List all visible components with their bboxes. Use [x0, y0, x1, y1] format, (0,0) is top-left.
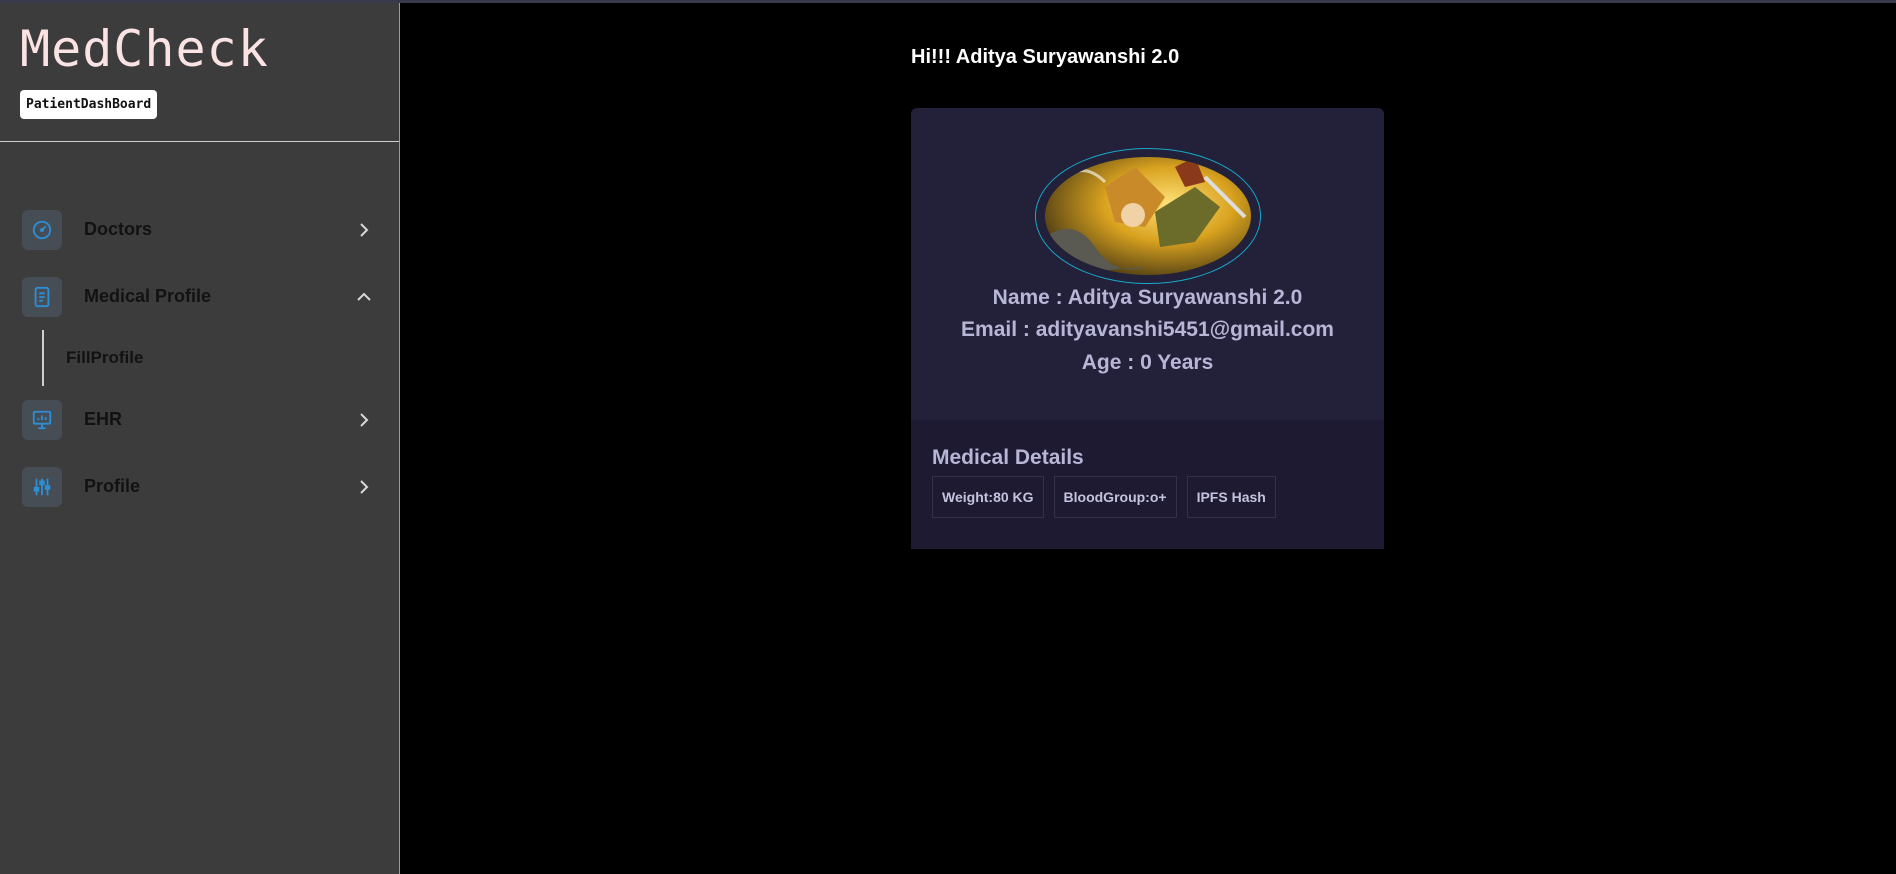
greeting-text: Hi!!! Aditya Suryawanshi 2.0 — [911, 46, 1180, 68]
medical-details-section: Medical Details Weight:80 KG BloodGroup:… — [911, 420, 1384, 549]
avatar — [1035, 148, 1261, 284]
sidebar-item-label: Doctors — [84, 219, 153, 239]
sidebar-item-medical-profile[interactable]: Medical Profile — [0, 263, 399, 330]
medical-details-title: Medical Details — [932, 446, 1084, 469]
brand-header: MedCheck PatientDashBoard — [0, 3, 399, 142]
sidebar: MedCheck PatientDashBoard Doctors Medica… — [0, 3, 400, 874]
sidebar-item-label: Profile — [84, 476, 141, 496]
sliders-icon — [22, 466, 62, 507]
ipfs-hash-chip[interactable]: IPFS Hash — [1186, 476, 1276, 518]
chevron-right-icon — [357, 222, 371, 237]
profile-age: Age : 0 Years — [1081, 351, 1214, 374]
avatar-image — [1045, 157, 1251, 275]
sidebar-item-doctors[interactable]: Doctors — [0, 196, 399, 263]
chevron-right-icon — [357, 479, 371, 494]
profile-name: Name : Aditya Suryawanshi 2.0 — [992, 286, 1303, 309]
sidebar-item-ehr[interactable]: EHR — [0, 386, 399, 453]
presentation-chart-icon — [22, 399, 62, 440]
sidebar-nav: Doctors Medical Profile FillProfile EHR … — [0, 142, 399, 520]
chevron-right-icon — [357, 412, 371, 427]
sidebar-subitem-label: FillProfile — [66, 348, 144, 367]
app-logo-text: MedCheck — [20, 20, 269, 78]
bloodgroup-chip[interactable]: BloodGroup:o+ — [1053, 476, 1177, 518]
submenu-divider — [42, 330, 44, 386]
gauge-icon — [22, 209, 62, 250]
weight-chip[interactable]: Weight:80 KG — [932, 476, 1044, 518]
sidebar-item-label: EHR — [84, 409, 123, 429]
medical-details-chips: Weight:80 KG BloodGroup:o+ IPFS Hash — [932, 476, 1384, 518]
dashboard-badge: PatientDashBoard — [20, 90, 158, 119]
document-icon — [22, 276, 62, 317]
sidebar-item-label: Medical Profile — [84, 286, 212, 306]
profile-summary: Name : Aditya Suryawanshi 2.0 Email : ad… — [911, 108, 1384, 420]
profile-email: Email : adityavanshi5451@gmail.com — [961, 318, 1334, 341]
chevron-up-icon — [357, 290, 371, 304]
sidebar-subitem-fillprofile[interactable]: FillProfile — [0, 330, 399, 386]
profile-card: Name : Aditya Suryawanshi 2.0 Email : ad… — [911, 108, 1384, 549]
sidebar-item-profile[interactable]: Profile — [0, 453, 399, 520]
